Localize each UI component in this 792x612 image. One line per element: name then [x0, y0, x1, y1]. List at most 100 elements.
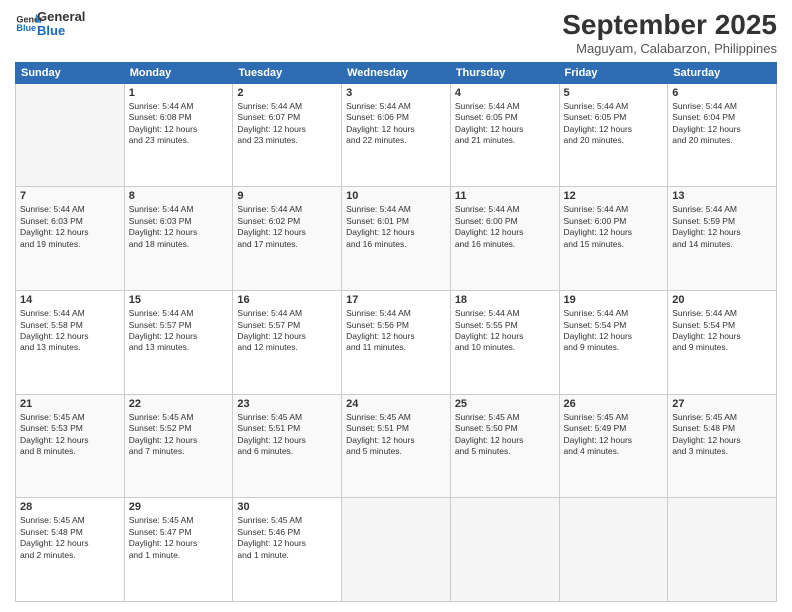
- header: General Blue General Blue September 2025…: [15, 10, 777, 56]
- calendar-cell: 24 Sunrise: 5:45 AM Sunset: 5:51 PM Dayli…: [342, 394, 451, 498]
- calendar-cell: 13 Sunrise: 5:44 AM Sunset: 5:59 PM Dayli…: [668, 187, 777, 291]
- day-number: 12: [564, 190, 664, 202]
- week-row-1: 1 Sunrise: 5:44 AM Sunset: 6:08 PM Daylig…: [16, 83, 777, 187]
- calendar-cell: 12Sunrise: 5:44 AM Sunset: 6:00 PM Dayli…: [559, 187, 668, 291]
- calendar-cell: 14 Sunrise: 5:44 AM Sunset: 5:58 PM Dayli…: [16, 291, 125, 395]
- day-number: 21: [20, 398, 120, 410]
- day-info: Sunrise: 5:44 AM Sunset: 6:01 PM Dayligh…: [346, 204, 446, 250]
- weekday-header-sunday: Sunday: [16, 62, 125, 83]
- calendar-cell: 5 Sunrise: 5:44 AM Sunset: 6:05 PM Daylig…: [559, 83, 668, 187]
- calendar-cell: 21Sunrise: 5:45 AM Sunset: 5:53 PM Dayli…: [16, 394, 125, 498]
- day-info: Sunrise: 5:45 AM Sunset: 5:47 PM Dayligh…: [129, 515, 229, 561]
- day-number: 30: [237, 501, 337, 513]
- month-title: September 2025: [562, 10, 777, 41]
- day-number: 3: [346, 87, 446, 99]
- calendar-cell: 17 Sunrise: 5:44 AM Sunset: 5:56 PM Dayli…: [342, 291, 451, 395]
- day-number: 13: [672, 190, 772, 202]
- day-info: Sunrise: 5:45 AM Sunset: 5:52 PM Dayligh…: [129, 412, 229, 458]
- day-number: 25: [455, 398, 555, 410]
- weekday-header-row: SundayMondayTuesdayWednesdayThursdayFrid…: [16, 62, 777, 83]
- weekday-header-thursday: Thursday: [450, 62, 559, 83]
- location-subtitle: Maguyam, Calabarzon, Philippines: [562, 41, 777, 56]
- day-number: 23: [237, 398, 337, 410]
- calendar-cell: 26 Sunrise: 5:45 AM Sunset: 5:49 PM Dayli…: [559, 394, 668, 498]
- day-number: 28: [20, 501, 120, 513]
- weekday-header-tuesday: Tuesday: [233, 62, 342, 83]
- day-number: 9: [237, 190, 337, 202]
- day-info: Sunrise: 5:45 AM Sunset: 5:51 PM Dayligh…: [346, 412, 446, 458]
- calendar-cell: [16, 83, 125, 187]
- weekday-header-monday: Monday: [124, 62, 233, 83]
- calendar-cell: 30 Sunrise: 5:45 AM Sunset: 5:46 PM Dayli…: [233, 498, 342, 602]
- day-info: Sunrise: 5:45 AM Sunset: 5:50 PM Dayligh…: [455, 412, 555, 458]
- day-number: 27: [672, 398, 772, 410]
- calendar-cell: 11Sunrise: 5:44 AM Sunset: 6:00 PM Dayli…: [450, 187, 559, 291]
- calendar-cell: 6 Sunrise: 5:44 AM Sunset: 6:04 PM Daylig…: [668, 83, 777, 187]
- day-number: 10: [346, 190, 446, 202]
- day-info: Sunrise: 5:45 AM Sunset: 5:49 PM Dayligh…: [564, 412, 664, 458]
- day-number: 16: [237, 294, 337, 306]
- day-info: Sunrise: 5:44 AM Sunset: 6:08 PM Dayligh…: [129, 101, 229, 147]
- calendar-body: 1 Sunrise: 5:44 AM Sunset: 6:08 PM Daylig…: [16, 83, 777, 601]
- calendar-cell: 2 Sunrise: 5:44 AM Sunset: 6:07 PM Daylig…: [233, 83, 342, 187]
- day-number: 26: [564, 398, 664, 410]
- day-info: Sunrise: 5:44 AM Sunset: 6:02 PM Dayligh…: [237, 204, 337, 250]
- day-number: 5: [564, 87, 664, 99]
- calendar-table: SundayMondayTuesdayWednesdayThursdayFrid…: [15, 62, 777, 602]
- week-row-5: 28 Sunrise: 5:45 AM Sunset: 5:48 PM Dayli…: [16, 498, 777, 602]
- calendar-cell: 4Sunrise: 5:44 AM Sunset: 6:05 PM Daylig…: [450, 83, 559, 187]
- title-block: September 2025 Maguyam, Calabarzon, Phil…: [562, 10, 777, 56]
- calendar-cell: 28 Sunrise: 5:45 AM Sunset: 5:48 PM Dayli…: [16, 498, 125, 602]
- calendar-cell: 9 Sunrise: 5:44 AM Sunset: 6:02 PM Daylig…: [233, 187, 342, 291]
- calendar-cell: 3 Sunrise: 5:44 AM Sunset: 6:06 PM Daylig…: [342, 83, 451, 187]
- day-info: Sunrise: 5:44 AM Sunset: 5:57 PM Dayligh…: [237, 308, 337, 354]
- calendar-cell: 19 Sunrise: 5:44 AM Sunset: 5:54 PM Dayli…: [559, 291, 668, 395]
- day-info: Sunrise: 5:44 AM Sunset: 5:56 PM Dayligh…: [346, 308, 446, 354]
- day-info: Sunrise: 5:44 AM Sunset: 6:05 PM Dayligh…: [564, 101, 664, 147]
- page: General Blue General Blue September 2025…: [0, 0, 792, 612]
- calendar-cell: 15Sunrise: 5:44 AM Sunset: 5:57 PM Dayli…: [124, 291, 233, 395]
- day-info: Sunrise: 5:45 AM Sunset: 5:48 PM Dayligh…: [672, 412, 772, 458]
- calendar-cell: 29Sunrise: 5:45 AM Sunset: 5:47 PM Dayli…: [124, 498, 233, 602]
- day-info: Sunrise: 5:45 AM Sunset: 5:48 PM Dayligh…: [20, 515, 120, 561]
- day-info: Sunrise: 5:44 AM Sunset: 5:59 PM Dayligh…: [672, 204, 772, 250]
- calendar-cell: [342, 498, 451, 602]
- day-info: Sunrise: 5:44 AM Sunset: 6:04 PM Dayligh…: [672, 101, 772, 147]
- day-info: Sunrise: 5:44 AM Sunset: 6:03 PM Dayligh…: [20, 204, 120, 250]
- day-number: 8: [129, 190, 229, 202]
- day-info: Sunrise: 5:44 AM Sunset: 6:05 PM Dayligh…: [455, 101, 555, 147]
- day-info: Sunrise: 5:44 AM Sunset: 5:54 PM Dayligh…: [672, 308, 772, 354]
- calendar-cell: 18Sunrise: 5:44 AM Sunset: 5:55 PM Dayli…: [450, 291, 559, 395]
- day-info: Sunrise: 5:44 AM Sunset: 6:07 PM Dayligh…: [237, 101, 337, 147]
- weekday-header-wednesday: Wednesday: [342, 62, 451, 83]
- day-number: 6: [672, 87, 772, 99]
- weekday-header-saturday: Saturday: [668, 62, 777, 83]
- day-info: Sunrise: 5:44 AM Sunset: 5:58 PM Dayligh…: [20, 308, 120, 354]
- calendar-cell: [450, 498, 559, 602]
- day-number: 24: [346, 398, 446, 410]
- calendar-cell: 10 Sunrise: 5:44 AM Sunset: 6:01 PM Dayli…: [342, 187, 451, 291]
- svg-text:Blue: Blue: [16, 23, 36, 33]
- logo-general: General: [37, 10, 85, 24]
- calendar-cell: 25 Sunrise: 5:45 AM Sunset: 5:50 PM Dayli…: [450, 394, 559, 498]
- day-info: Sunrise: 5:44 AM Sunset: 5:54 PM Dayligh…: [564, 308, 664, 354]
- calendar-cell: 22Sunrise: 5:45 AM Sunset: 5:52 PM Dayli…: [124, 394, 233, 498]
- day-info: Sunrise: 5:44 AM Sunset: 6:03 PM Dayligh…: [129, 204, 229, 250]
- day-info: Sunrise: 5:44 AM Sunset: 5:55 PM Dayligh…: [455, 308, 555, 354]
- calendar-cell: 16 Sunrise: 5:44 AM Sunset: 5:57 PM Dayli…: [233, 291, 342, 395]
- day-info: Sunrise: 5:44 AM Sunset: 6:06 PM Dayligh…: [346, 101, 446, 147]
- week-row-2: 7Sunrise: 5:44 AM Sunset: 6:03 PM Daylig…: [16, 187, 777, 291]
- calendar-cell: 20 Sunrise: 5:44 AM Sunset: 5:54 PM Dayli…: [668, 291, 777, 395]
- day-number: 14: [20, 294, 120, 306]
- logo: General Blue General Blue: [15, 10, 85, 39]
- day-number: 2: [237, 87, 337, 99]
- day-number: 15: [129, 294, 229, 306]
- day-number: 17: [346, 294, 446, 306]
- day-number: 1: [129, 87, 229, 99]
- weekday-header-friday: Friday: [559, 62, 668, 83]
- day-info: Sunrise: 5:45 AM Sunset: 5:46 PM Dayligh…: [237, 515, 337, 561]
- day-number: 20: [672, 294, 772, 306]
- calendar-cell: 8 Sunrise: 5:44 AM Sunset: 6:03 PM Daylig…: [124, 187, 233, 291]
- day-number: 19: [564, 294, 664, 306]
- day-number: 11: [455, 190, 555, 202]
